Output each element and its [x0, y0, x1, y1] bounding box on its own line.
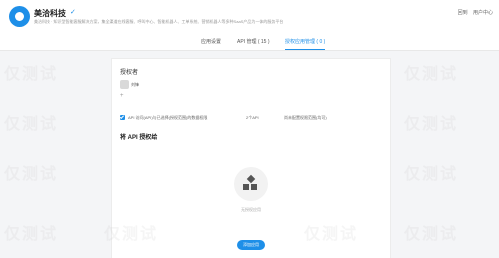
- empty-state-illustration: [234, 167, 268, 201]
- add-app-button[interactable]: 添加应用: [237, 240, 265, 250]
- permission-description: API 访问(API)与已选择(授权范围)的数据权限: [128, 115, 208, 120]
- app-subtitle: 美洽科技 · 知识型智能客服解决方案，集全渠道在线客服、呼叫中心、智能机器人、工…: [34, 19, 284, 24]
- section-title: 将 API 授权给: [120, 135, 158, 141]
- watermark: 仅测试: [404, 66, 459, 83]
- app-title: 美洽科技: [34, 9, 66, 18]
- watermark: 仅测试: [4, 66, 59, 83]
- watermark: 仅测试: [404, 116, 459, 133]
- watermark: 仅测试: [4, 116, 59, 133]
- owner-name: 刘锋: [131, 82, 139, 87]
- permission-checkbox[interactable]: [120, 115, 125, 120]
- watermark: 仅测试: [4, 166, 59, 183]
- app-header: 美洽科技 ✓ 美洽科技 · 知识型智能客服解决方案，集全渠道在线客服、呼叫中心、…: [0, 0, 499, 51]
- tab-api-management[interactable]: API 管理 ( 15 ): [237, 37, 270, 49]
- header-links: 回到 用户中心: [454, 9, 493, 16]
- apps-icon: [243, 174, 259, 192]
- permission-row: API 访问(API)与已选择(授权范围)的数据权限 2个API 尚未配置权限范…: [120, 115, 390, 123]
- permission-api-count: 2个API: [246, 115, 259, 120]
- header-link-back[interactable]: 回到: [458, 10, 468, 16]
- authorization-panel: 授权者 刘锋 + API 访问(API)与已选择(授权范围)的数据权限 2个AP…: [111, 58, 391, 258]
- app-logo: [9, 6, 30, 27]
- empty-state-text: 无授权应用: [241, 207, 261, 212]
- avatar: [120, 80, 129, 89]
- tab-app-settings[interactable]: 应用设置: [201, 37, 221, 49]
- owner-label: 授权者: [120, 70, 139, 76]
- tab-authorized-apps[interactable]: 授权应用管理 ( 0 ): [285, 37, 326, 50]
- watermark: 仅测试: [4, 226, 59, 243]
- verified-icon: ✓: [70, 9, 76, 16]
- add-owner-button[interactable]: +: [120, 93, 124, 99]
- watermark: 仅测试: [404, 166, 459, 183]
- header-link-user-center[interactable]: 用户中心: [473, 10, 493, 16]
- permission-scope: 尚未配置权限范围(均可): [284, 115, 327, 120]
- tab-bar: 应用设置 API 管理 ( 15 ) 授权应用管理 ( 0 ): [0, 34, 499, 50]
- watermark: 仅测试: [404, 226, 459, 243]
